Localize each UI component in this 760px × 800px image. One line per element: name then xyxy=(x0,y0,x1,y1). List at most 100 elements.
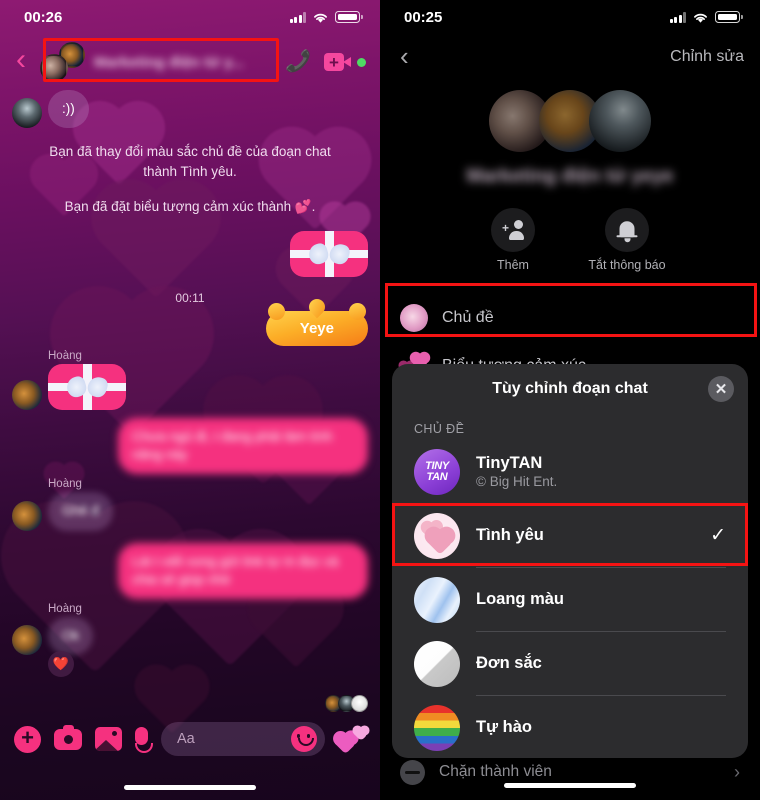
message-row: Ghê đ xyxy=(12,492,368,531)
message-reaction[interactable]: ❤️ xyxy=(48,651,74,678)
system-message: Bạn đã đặt biểu tượng cảm xúc thành 💕. xyxy=(64,198,316,214)
group-avatar-stack[interactable] xyxy=(380,90,760,152)
chat-message-list: :)) Bạn đã thay đổi màu sắc chủ đề của đ… xyxy=(0,90,380,678)
add-member-button[interactable]: + Thêm xyxy=(471,208,555,272)
message-timestamp: 00:11 xyxy=(175,290,205,305)
hearts-icon[interactable] xyxy=(334,726,369,755)
theme-name: Tự hào xyxy=(476,718,532,736)
avatar xyxy=(40,54,68,82)
theme-name: Đơn sắc xyxy=(476,654,542,672)
gift-box-sticker[interactable] xyxy=(48,363,126,410)
message-bubble[interactable]: Ok xyxy=(48,617,94,656)
chevron-left-icon[interactable]: ‹ xyxy=(400,43,409,69)
theme-option-love[interactable]: Tình yêu ✓ xyxy=(392,504,748,567)
seen-by-avatars xyxy=(325,695,368,712)
tie-dye-icon xyxy=(414,576,460,623)
block-member-label: Chặn thành viên xyxy=(439,763,552,780)
message-bubble[interactable]: :)) xyxy=(48,90,89,129)
gift-box-sticker[interactable] xyxy=(290,230,368,277)
add-person-icon: + xyxy=(502,220,524,240)
camera-icon[interactable] xyxy=(54,724,82,750)
mute-notifications-label: Tắt thông báo xyxy=(588,258,666,272)
love-hearts-icon xyxy=(414,512,460,559)
chevron-left-icon[interactable]: ‹ xyxy=(10,45,32,75)
crown-sticker-label: Yeye xyxy=(299,319,334,337)
settings-row-theme[interactable]: Chủ đề xyxy=(380,294,760,342)
theme-option-monochrome[interactable]: Đơn sắc xyxy=(392,632,748,695)
tinytan-icon: TINY TAN xyxy=(414,448,460,495)
customize-chat-sheet: Tùy chỉnh đoạn chat ✕ CHỦ ĐỀ TINY TAN Tin… xyxy=(392,364,748,758)
left-status-time: 00:26 xyxy=(24,8,63,26)
wifi-icon xyxy=(314,13,327,23)
crown-sticker[interactable]: Yeye xyxy=(265,295,368,346)
smiley-icon[interactable] xyxy=(291,726,317,752)
system-message: Bạn đã thay đổi màu sắc chủ đề của đoạn … xyxy=(49,144,331,180)
avatar xyxy=(12,379,42,410)
chat-avatar-group[interactable] xyxy=(40,42,86,82)
message-input[interactable]: Aa xyxy=(161,722,325,756)
gallery-icon[interactable] xyxy=(95,727,122,751)
message-row: :)) xyxy=(12,90,368,129)
chat-title[interactable]: Marketing điện tử y... xyxy=(94,54,277,71)
chat-header: ‹ Marketing điện tử y... 📞 xyxy=(0,34,380,90)
mute-notifications-button[interactable]: Tắt thông báo xyxy=(585,208,669,272)
block-icon xyxy=(400,759,425,785)
bell-icon xyxy=(616,221,638,243)
home-indicator xyxy=(504,783,636,788)
message-composer: + Aa xyxy=(0,712,380,766)
wifi-icon xyxy=(694,13,707,23)
phone-icon[interactable]: 📞 xyxy=(285,50,311,74)
screenshot-root: 00:26 ‹ Marketing điện tử y... 📞 +:)) B… xyxy=(0,0,760,800)
avatar xyxy=(589,90,651,152)
message-bubble[interactable]: Lát t viết xong gửi link tự m đọc và chi… xyxy=(118,542,368,600)
video-call-icon[interactable] xyxy=(324,53,351,71)
theme-name: Tình yêu xyxy=(476,526,544,544)
pride-rainbow-icon xyxy=(414,704,460,751)
message-sender-name: Hoàng xyxy=(48,603,82,616)
right-status-time: 00:25 xyxy=(404,8,443,26)
close-icon[interactable]: ✕ xyxy=(708,376,734,402)
theme-swatch-love xyxy=(400,304,428,332)
microphone-icon[interactable] xyxy=(134,727,153,753)
message-sender-name: Hoàng xyxy=(48,478,82,491)
message-row: Lát t viết xong gửi link tự m đọc và chi… xyxy=(12,542,368,600)
message-input-placeholder: Aa xyxy=(177,731,195,747)
message-row: Yeye xyxy=(12,295,368,346)
theme-option-tiedye[interactable]: Loang màu xyxy=(392,568,748,631)
message-bubble[interactable]: Chưa ngủ đi, t đang phải làm tính năng n… xyxy=(118,417,368,475)
avatar xyxy=(12,98,42,129)
message-row: Ok xyxy=(12,617,368,656)
edit-button[interactable]: Chỉnh sửa xyxy=(670,48,744,66)
left-phone-chat-screen: 00:26 ‹ Marketing điện tử y... 📞 +:)) B… xyxy=(0,0,380,800)
theme-subtitle: © Big Hit Ent. xyxy=(476,474,558,489)
message-bubble[interactable]: Ghê đ xyxy=(48,492,113,531)
settings-nav-bar: ‹ Chỉnh sửa xyxy=(380,34,760,80)
theme-option-tinytan[interactable]: TINY TAN TinyTAN © Big Hit Ent. xyxy=(392,440,748,503)
add-member-label: Thêm xyxy=(497,258,529,272)
chevron-right-icon: › xyxy=(734,761,740,782)
cellular-bars-icon xyxy=(669,11,686,23)
check-icon: ✓ xyxy=(710,525,726,546)
sheet-title: Tùy chỉnh đoạn chat xyxy=(492,380,648,397)
avatar xyxy=(351,695,368,712)
message-row: Chưa ngủ đi, t đang phải làm tính năng n… xyxy=(12,417,368,475)
online-dot xyxy=(357,57,366,67)
right-status-bar: 00:25 xyxy=(380,0,760,34)
group-title: Marketing điện tử yeye xyxy=(466,166,674,187)
home-indicator xyxy=(124,785,256,790)
right-phone-settings-screen: 00:25 ‹ Chỉnh sửa Marketing điện tử yeye xyxy=(380,0,760,800)
cellular-bars-icon xyxy=(289,11,306,23)
message-sender-name: Hoàng xyxy=(48,349,82,362)
message-row xyxy=(12,230,368,277)
theme-name: Loang màu xyxy=(476,590,565,608)
theme-name: TinyTAN xyxy=(476,454,543,472)
theme-option-pride[interactable]: Tự hào xyxy=(392,696,748,758)
avatar xyxy=(12,500,42,531)
monochrome-icon xyxy=(414,640,460,687)
plus-circle-icon[interactable]: + xyxy=(14,725,41,753)
quick-actions: + Thêm Tắt thông báo xyxy=(380,208,760,272)
sheet-section-label: CHỦ ĐỀ xyxy=(414,422,465,436)
message-row xyxy=(12,363,368,410)
settings-row-theme-label: Chủ đề xyxy=(442,309,494,326)
battery-icon xyxy=(335,11,363,23)
